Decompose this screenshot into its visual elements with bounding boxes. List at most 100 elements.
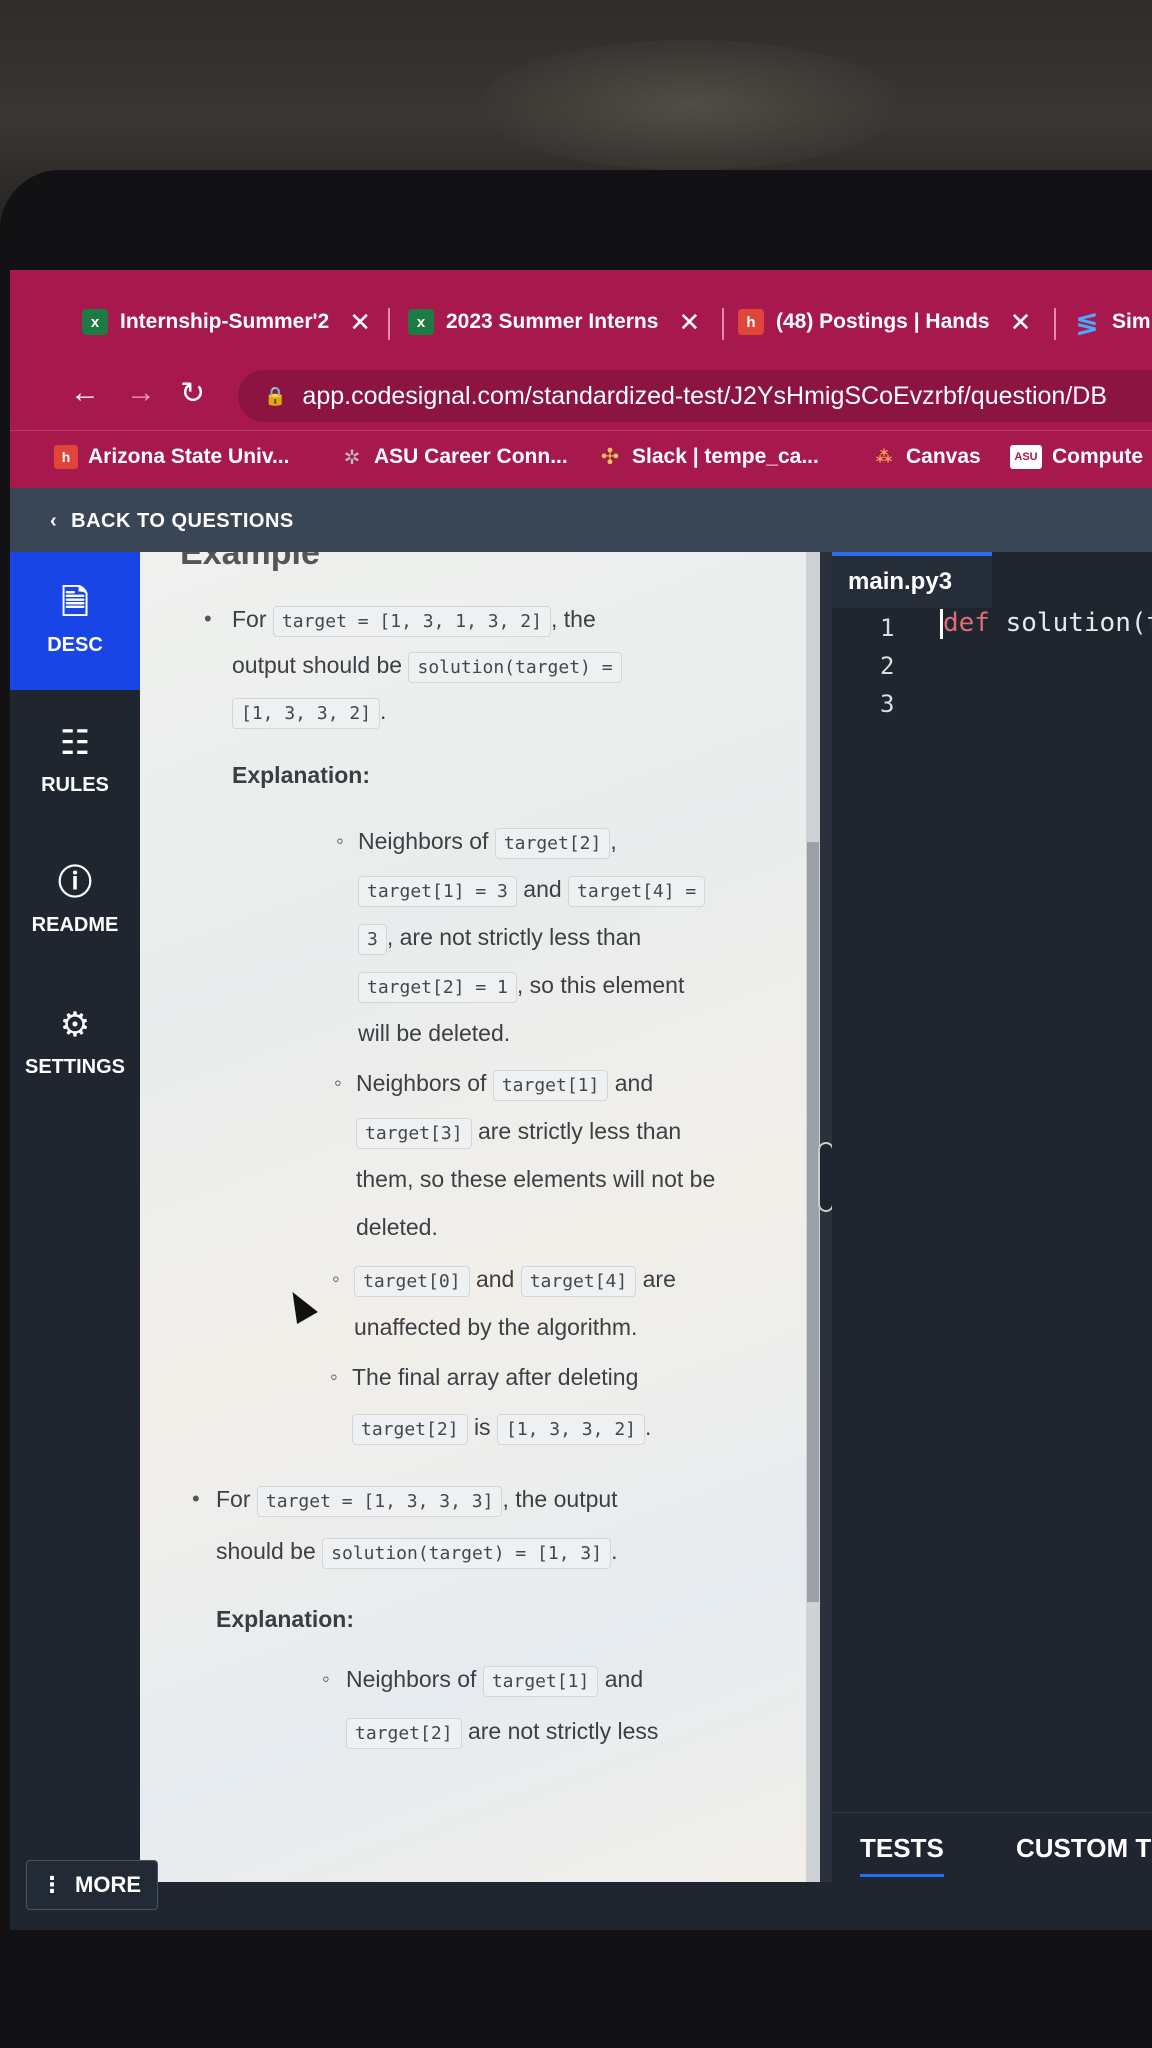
ex1-b2-line-3: them, so these elements will not be [356,1166,716,1192]
back-to-questions-button[interactable]: ‹ BACK TO QUESTIONS [50,510,294,533]
ex1-b4-line-1: The final array after deleting [352,1364,639,1390]
canvas-icon: ⁂ [875,449,893,466]
example-1-line-2: output should be solution(target) = [232,652,622,683]
tab-custom-tests[interactable]: CUSTOM T [1016,1833,1151,1864]
back-label: BACK TO QUESTIONS [71,510,294,532]
question-header: ‹ BACK TO QUESTIONS [10,488,1152,552]
example-2-line-2: should be solution(target) = [1, 3]. [216,1538,617,1569]
example-2-line-1: For target = [1, 3, 3, 3], the output [216,1486,618,1517]
bookmarks-bar: h Arizona State Univ... ✲ ASU Career Con… [10,430,1152,488]
bullet-icon: ◦ [322,1666,330,1691]
browser-tab-handshake[interactable]: h (48) Postings | Hands ✕ [738,300,1031,344]
bookmark-slack[interactable]: ✣ Slack | tempe_ca... [598,444,819,469]
reload-icon[interactable]: ↻ [180,376,205,411]
bullet-icon: ◦ [332,1266,340,1291]
bookmark-canvas[interactable]: ⁂ Canvas [872,445,981,469]
tab-tests[interactable]: TESTS [860,1833,944,1877]
laptop-screen: x Internship-Summer'2 ✕ x 2023 Summer In… [10,270,1152,1930]
forward-arrow-icon[interactable]: → [126,376,156,410]
back-arrow-icon[interactable]: ← [70,376,100,410]
sidebar-item-readme[interactable]: ⓘ README [10,832,140,970]
scrollbar-thumb[interactable] [807,842,819,1602]
gear-icon: ✲ [343,446,361,469]
sidebar-item-desc[interactable]: 🗎 DESC [10,552,140,690]
code-text: solution(ta [1005,608,1152,638]
code-solution: solution(target) = [408,652,622,683]
footer-bar [10,1882,1152,1930]
bookmark-asu-career[interactable]: ✲ ASU Career Conn... [340,445,568,469]
line-number: 3 [880,690,895,718]
close-icon[interactable]: ✕ [349,307,371,338]
sidebar-item-label: DESC [47,633,103,656]
ex1-b1-line-2: target[1] = 3 and target[4] = [358,876,706,907]
example-1-line-3: [1, 3, 3, 2]. [232,698,386,729]
ex1-b1-line-3: 3, are not strictly less than [358,924,641,955]
handshake-icon: h [738,309,764,335]
bullet-icon: • [204,606,212,631]
excel-icon: x [408,309,434,335]
more-button[interactable]: ⋮ MORE [26,1860,158,1910]
sidebar-item-settings[interactable]: ⚙ SETTINGS [10,974,140,1112]
browser-tab-simplify[interactable]: ≶ Sim [1074,300,1151,344]
more-label: MORE [75,1872,141,1897]
bookmark-label: Arizona State Univ... [88,445,290,468]
ex1-b1-line-4: target[2] = 1, so this element [358,972,684,1003]
ex2-b1-line-1: Neighbors of target[1] and [346,1666,643,1697]
close-icon[interactable]: ✕ [678,307,700,338]
ex1-b2-line-1: Neighbors of target[1] and [356,1070,653,1101]
sidebar-item-label: README [31,913,119,936]
close-icon[interactable]: ✕ [1010,307,1032,338]
ex1-b3-line-1: target[0] and target[4] are [354,1266,676,1297]
bookmark-label: Compute [1052,445,1143,468]
address-bar[interactable]: 🔒 app.codesignal.com/standardized-test/J… [238,370,1152,422]
browser-tab-internship-sheet[interactable]: x Internship-Summer'2 ✕ [82,300,371,344]
ex1-b2-line-2: target[3] are strictly less than [356,1118,681,1149]
tab-title: 2023 Summer Interns [446,310,659,333]
code-line-1[interactable]: def solution(ta [940,608,1152,639]
browser-toolbar: ← → ↻ 🔒 app.codesignal.com/standardized-… [10,362,1152,430]
tab-separator [1054,308,1056,340]
bookmark-label: ASU Career Conn... [374,445,568,468]
example-1-line-1: For target = [1, 3, 1, 3, 2], the [232,606,596,637]
tab-title: (48) Postings | Hands [776,310,990,333]
bookmark-label: Canvas [906,445,981,468]
tab-separator [388,308,390,340]
tab-title: Internship-Summer'2 [120,310,330,333]
browser-tab-bar: x Internship-Summer'2 ✕ x 2023 Summer In… [10,270,1152,362]
info-icon: ⓘ [58,863,92,902]
handshake-icon: h [54,445,78,469]
editor-bottom-tabs: TESTS CUSTOM T [832,1812,1152,1882]
url-text: app.codesignal.com/standardized-test/J2Y… [302,381,1107,410]
gear-icon: ⚙ [59,1005,91,1044]
code-keyword: def [943,608,990,638]
asu-icon: ASU [1010,445,1042,469]
bullet-icon: ◦ [336,828,344,853]
background-shape [480,40,900,170]
ex1-b4-line-2: target[2] is [1, 3, 3, 2]. [352,1414,651,1445]
description-scrollbar[interactable] [806,552,820,1882]
simplify-icon: ≶ [1075,306,1099,338]
sidebar-item-rules[interactable]: ☷ RULES [10,692,140,830]
more-vertical-icon: ⋮ [41,1872,63,1897]
bullet-icon: ◦ [330,1364,338,1389]
file-tab[interactable]: main.py3 [832,552,992,608]
ex1-b3-line-2: unaffected by the algorithm. [354,1314,638,1340]
browser-tab-summer-interns[interactable]: x 2023 Summer Interns ✕ [408,300,700,344]
ex1-b1-line-1: Neighbors of target[2], [358,828,617,859]
tab-title: Sim [1112,310,1151,333]
code-result: [1, 3, 3, 2] [232,698,381,729]
ex1-b1-line-5: will be deleted. [358,1020,511,1046]
line-number: 2 [880,652,895,680]
explanation-label: Explanation: [216,1606,355,1632]
bullet-icon: • [192,1486,200,1511]
panel-resize-divider[interactable] [818,552,834,1882]
tab-separator [722,308,724,340]
bullet-icon: ◦ [334,1070,342,1095]
ex1-b2-line-4: deleted. [356,1214,438,1240]
bookmark-arizona-state[interactable]: h Arizona State Univ... [54,445,289,469]
bookmark-compute[interactable]: ASU Compute [1010,445,1143,469]
line-number: 1 [880,614,895,642]
bookmark-label: Slack | tempe_ca... [632,445,819,468]
sidebar-item-label: SETTINGS [24,1055,125,1078]
excel-icon: x [82,309,108,335]
